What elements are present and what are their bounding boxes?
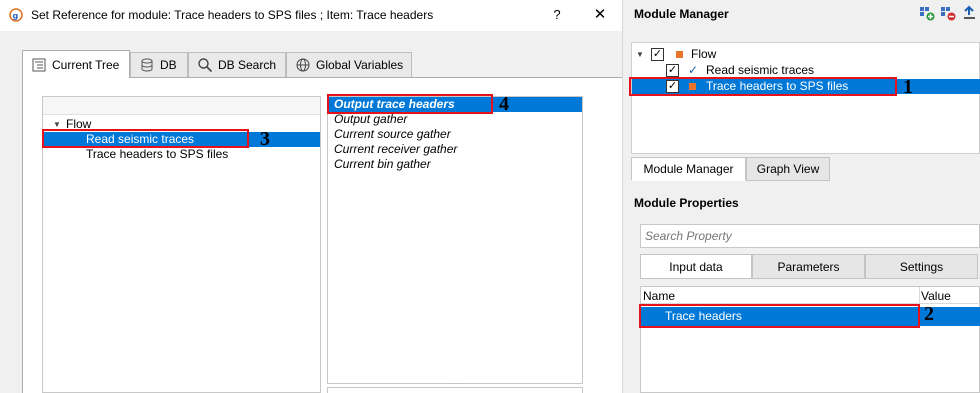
globe-icon: [296, 58, 310, 72]
tab-graph-view[interactable]: Graph View: [746, 157, 830, 181]
list-item-output-gather[interactable]: Output gather: [328, 112, 582, 127]
tree-item-label: Read seismic traces: [706, 63, 815, 77]
tab-input-data[interactable]: Input data: [640, 254, 752, 279]
tree-item-label: Trace headers to SPS files: [86, 147, 229, 161]
module-tree-item-flow[interactable]: ▼ ✓ Flow: [632, 47, 980, 62]
tab-current-tree[interactable]: Current Tree: [22, 50, 130, 78]
column-header-value[interactable]: Value: [921, 289, 951, 303]
splitter-handle[interactable]: ·····: [448, 381, 464, 387]
tree-icon: [32, 58, 46, 71]
module-square-icon: [676, 51, 683, 58]
tab-label: DB: [160, 58, 177, 72]
column-header-name[interactable]: Name: [643, 289, 675, 303]
tab-parameters[interactable]: Parameters: [752, 254, 865, 279]
database-icon: [141, 58, 153, 72]
search-icon: [198, 58, 213, 73]
tab-module-manager[interactable]: Module Manager: [631, 157, 746, 181]
tab-label: DB Search: [218, 58, 277, 72]
tree-header: [43, 97, 320, 115]
flow-checkbox[interactable]: ✓: [651, 48, 664, 61]
set-reference-dialog: g Set Reference for module: Trace header…: [0, 0, 622, 393]
tab-settings[interactable]: Settings: [865, 254, 978, 279]
list-item-current-source-gather[interactable]: Current source gather: [328, 127, 582, 142]
highlight-box-3: [42, 129, 249, 148]
list-item-current-bin-gather[interactable]: Current bin gather: [328, 157, 582, 172]
module-manager-panel: Module Manager ▼ ✓ Flow ✓ ✓ Read seismic…: [628, 0, 980, 393]
annotation-marker-4: 4: [499, 93, 509, 115]
tab-db[interactable]: DB: [130, 52, 188, 77]
module-tree[interactable]: ▼ ✓ Flow ✓ ✓ Read seismic traces ✓ Trace…: [631, 42, 980, 154]
app-logo-icon: g: [9, 8, 23, 22]
list-item-current-receiver-gather[interactable]: Current receiver gather: [328, 142, 582, 157]
tab-label: Current Tree: [52, 57, 120, 72]
add-module-icon[interactable]: [919, 5, 935, 21]
reference-list[interactable]: Output trace headers Output gather Curre…: [327, 96, 583, 384]
module-tree-item-read-seismic-traces[interactable]: ✓ ✓ Read seismic traces: [632, 63, 980, 78]
collapse-arrow-icon[interactable]: ▼: [636, 47, 644, 62]
tab-db-search[interactable]: DB Search: [188, 52, 286, 77]
dialog-titlebar: g Set Reference for module: Trace header…: [0, 0, 622, 31]
lower-panel-frame: [327, 387, 583, 393]
checkmark-icon: ✓: [688, 63, 699, 77]
help-button[interactable]: ?: [546, 5, 568, 25]
annotation-marker-2: 2: [924, 303, 934, 325]
tree-item-label: Flow: [691, 47, 717, 61]
highlight-box-2: [639, 304, 920, 328]
tab-global-variables[interactable]: Global Variables: [286, 52, 412, 77]
svg-text:g: g: [13, 12, 19, 21]
tree-item-trace-headers-to-sps[interactable]: Trace headers to SPS files: [43, 147, 320, 162]
highlight-box-1: [629, 77, 897, 96]
tab-label: Global Variables: [316, 58, 404, 72]
property-table-header: Name Value: [641, 287, 980, 304]
column-separator[interactable]: [919, 287, 920, 304]
annotation-marker-3: 3: [260, 128, 270, 150]
search-property-input[interactable]: Search Property: [640, 224, 980, 248]
annotation-marker-1: 1: [903, 76, 913, 98]
remove-module-icon[interactable]: [940, 5, 956, 21]
module-properties-title: Module Properties: [634, 196, 739, 210]
module-manager-title: Module Manager: [634, 7, 729, 21]
highlight-box-4: [327, 94, 493, 114]
dialog-title: Set Reference for module: Trace headers …: [31, 8, 434, 22]
read-seismic-checkbox[interactable]: ✓: [666, 64, 679, 77]
close-button[interactable]: ✕: [588, 5, 612, 25]
export-icon[interactable]: [961, 5, 977, 21]
